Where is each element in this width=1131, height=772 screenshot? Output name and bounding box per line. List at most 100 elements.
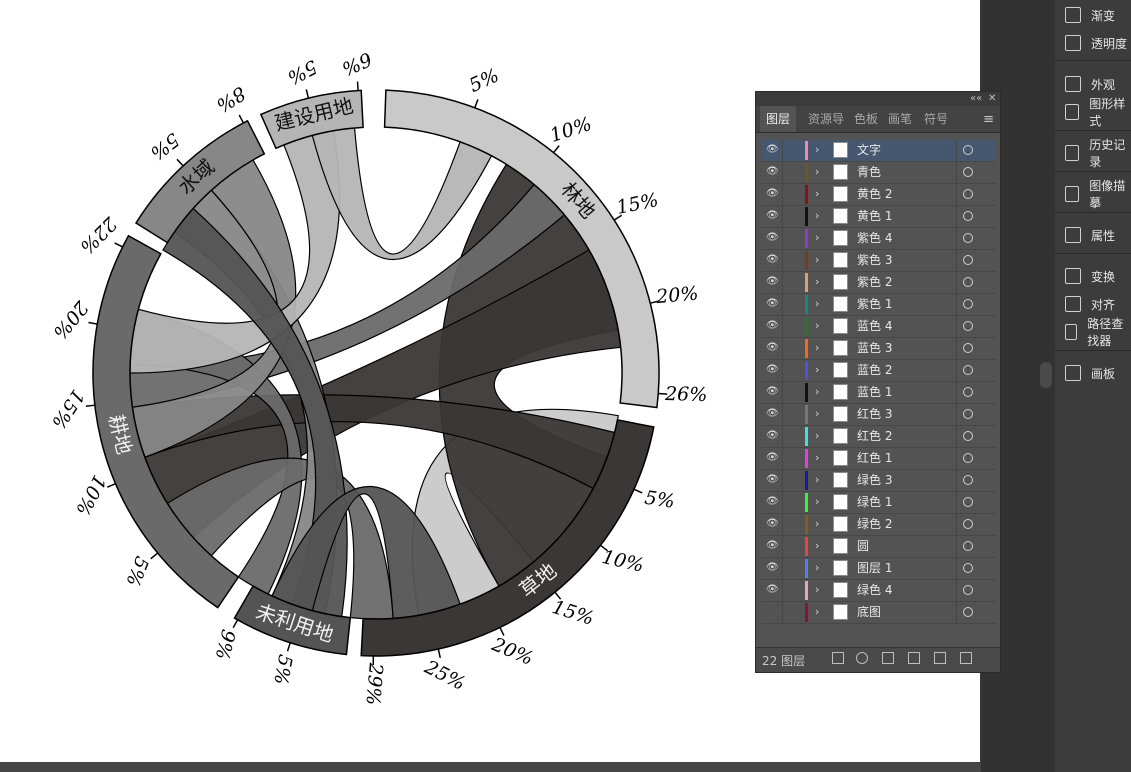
- layer-name[interactable]: 黄色 1: [857, 208, 892, 225]
- layer-name[interactable]: 紫色 3: [857, 252, 892, 269]
- eye-icon[interactable]: 👁: [766, 320, 780, 332]
- clipping-mask-icon[interactable]: [882, 652, 894, 664]
- eye-icon[interactable]: 👁: [766, 452, 780, 464]
- layer-row[interactable]: 👁 › 紫色 3: [762, 250, 996, 272]
- tab-layers[interactable]: 图层: [760, 106, 797, 132]
- layer-target-icon[interactable]: [963, 211, 973, 221]
- eye-icon[interactable]: 👁: [766, 474, 780, 486]
- right-panel-item[interactable]: 图像描摹: [1055, 179, 1131, 210]
- layer-name[interactable]: 图层 1: [857, 560, 892, 577]
- collapse-icon[interactable]: ««: [970, 92, 982, 106]
- layer-name[interactable]: 绿色 4: [857, 582, 892, 599]
- eye-icon[interactable]: 👁: [766, 540, 780, 552]
- layer-target-icon[interactable]: [963, 189, 973, 199]
- tab-brushes[interactable]: 画笔: [888, 106, 912, 132]
- right-panel-item[interactable]: 图形样式: [1055, 97, 1131, 128]
- layer-name[interactable]: 红色 1: [857, 450, 892, 467]
- layer-row[interactable]: › 底图: [762, 602, 996, 624]
- layer-row[interactable]: 👁 › 图层 1: [762, 558, 996, 580]
- tab-swatches[interactable]: 色板: [854, 106, 878, 132]
- expand-arrow-icon[interactable]: ›: [815, 165, 819, 178]
- expand-arrow-icon[interactable]: ›: [815, 385, 819, 398]
- expand-arrow-icon[interactable]: ›: [815, 319, 819, 332]
- layer-row[interactable]: 👁 › 文字: [762, 140, 996, 162]
- right-panel-item[interactable]: 渐变: [1055, 4, 1131, 26]
- layer-name[interactable]: 圆: [857, 538, 869, 555]
- layer-row[interactable]: 👁 › 绿色 3: [762, 470, 996, 492]
- right-panel-item[interactable]: 外观: [1055, 73, 1131, 95]
- eye-icon[interactable]: 👁: [766, 496, 780, 508]
- expand-arrow-icon[interactable]: ›: [815, 517, 819, 530]
- eye-icon[interactable]: 👁: [766, 188, 780, 200]
- layer-target-icon[interactable]: [963, 519, 973, 529]
- eye-icon[interactable]: 👁: [766, 144, 780, 156]
- layer-target-icon[interactable]: [963, 541, 973, 551]
- dock-scroll-handle[interactable]: [1040, 362, 1052, 388]
- layer-name[interactable]: 紫色 2: [857, 274, 892, 291]
- layer-name[interactable]: 绿色 2: [857, 516, 892, 533]
- eye-icon[interactable]: 👁: [766, 408, 780, 420]
- expand-arrow-icon[interactable]: ›: [815, 451, 819, 464]
- right-panel-item[interactable]: 路径查找器: [1055, 317, 1131, 348]
- eye-icon[interactable]: 👁: [766, 276, 780, 288]
- layer-row[interactable]: 👁 › 绿色 4: [762, 580, 996, 602]
- eye-icon[interactable]: 👁: [766, 430, 780, 442]
- layer-target-icon[interactable]: [963, 585, 973, 595]
- layer-row[interactable]: 👁 › 绿色 1: [762, 492, 996, 514]
- collect-export-icon[interactable]: [832, 652, 844, 664]
- right-panel-item[interactable]: 透明度: [1055, 32, 1131, 54]
- layer-name[interactable]: 紫色 1: [857, 296, 892, 313]
- right-panel-item[interactable]: 历史记录: [1055, 138, 1131, 169]
- layer-target-icon[interactable]: [963, 563, 973, 573]
- layer-target-icon[interactable]: [963, 233, 973, 243]
- layer-target-icon[interactable]: [963, 277, 973, 287]
- expand-arrow-icon[interactable]: ›: [815, 605, 819, 618]
- expand-arrow-icon[interactable]: ›: [815, 341, 819, 354]
- layer-name[interactable]: 蓝色 4: [857, 318, 892, 335]
- expand-arrow-icon[interactable]: ›: [815, 495, 819, 508]
- eye-icon[interactable]: 👁: [766, 364, 780, 376]
- new-layer-icon[interactable]: [934, 652, 946, 664]
- layers-panel-titlebar[interactable]: «« ✕: [756, 92, 1000, 106]
- layer-row[interactable]: 👁 › 红色 1: [762, 448, 996, 470]
- layer-row[interactable]: 👁 › 紫色 1: [762, 294, 996, 316]
- right-panel-item[interactable]: 对齐: [1055, 293, 1131, 315]
- expand-arrow-icon[interactable]: ›: [815, 253, 819, 266]
- layer-name[interactable]: 绿色 3: [857, 472, 892, 489]
- panel-menu-icon[interactable]: ≡: [983, 112, 994, 127]
- layer-row[interactable]: 👁 › 黄色 2: [762, 184, 996, 206]
- layer-target-icon[interactable]: [963, 431, 973, 441]
- layer-name[interactable]: 底图: [857, 604, 881, 621]
- layer-target-icon[interactable]: [963, 475, 973, 485]
- eye-icon[interactable]: 👁: [766, 166, 780, 178]
- expand-arrow-icon[interactable]: ›: [815, 473, 819, 486]
- layer-name[interactable]: 蓝色 1: [857, 384, 892, 401]
- layer-target-icon[interactable]: [963, 299, 973, 309]
- eye-icon[interactable]: 👁: [766, 584, 780, 596]
- layer-row[interactable]: 👁 › 黄色 1: [762, 206, 996, 228]
- layer-row[interactable]: 👁 › 青色: [762, 162, 996, 184]
- layer-target-icon[interactable]: [963, 607, 973, 617]
- eye-icon[interactable]: 👁: [766, 210, 780, 222]
- expand-arrow-icon[interactable]: ›: [815, 407, 819, 420]
- layer-row[interactable]: 👁 › 蓝色 3: [762, 338, 996, 360]
- expand-arrow-icon[interactable]: ›: [815, 583, 819, 596]
- layer-target-icon[interactable]: [963, 145, 973, 155]
- layer-row[interactable]: 👁 › 紫色 4: [762, 228, 996, 250]
- eye-icon[interactable]: 👁: [766, 342, 780, 354]
- layer-name[interactable]: 红色 3: [857, 406, 892, 423]
- eye-icon[interactable]: 👁: [766, 298, 780, 310]
- eye-icon[interactable]: 👁: [766, 232, 780, 244]
- right-panel-item[interactable]: 属性: [1055, 224, 1131, 246]
- layer-row[interactable]: 👁 › 绿色 2: [762, 514, 996, 536]
- eye-icon[interactable]: 👁: [766, 562, 780, 574]
- layer-row[interactable]: 👁 › 红色 3: [762, 404, 996, 426]
- layer-row[interactable]: 👁 › 圆: [762, 536, 996, 558]
- delete-layer-icon[interactable]: [960, 652, 972, 664]
- layer-name[interactable]: 绿色 1: [857, 494, 892, 511]
- expand-arrow-icon[interactable]: ›: [815, 297, 819, 310]
- eye-icon[interactable]: 👁: [766, 386, 780, 398]
- tab-symbols[interactable]: 符号: [924, 106, 948, 132]
- expand-arrow-icon[interactable]: ›: [815, 231, 819, 244]
- layer-target-icon[interactable]: [963, 409, 973, 419]
